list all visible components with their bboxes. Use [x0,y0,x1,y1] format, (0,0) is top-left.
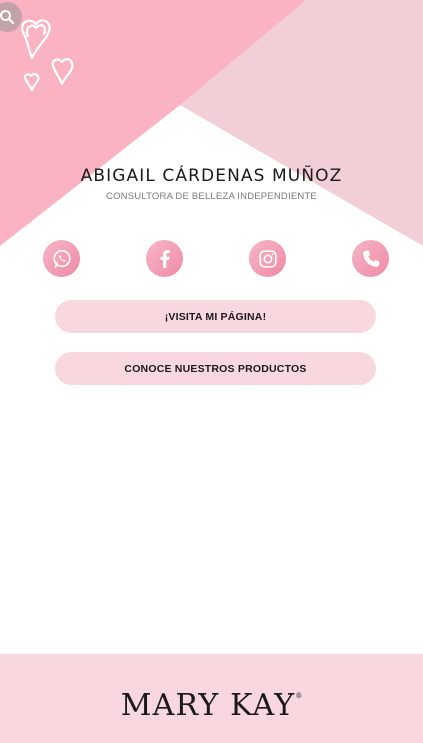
products-button[interactable]: CONOCE NUESTROS PRODUCTOS [55,352,376,385]
brand-name: MARY KAY [120,688,296,723]
phone-button[interactable] [352,240,389,277]
visit-page-label: ¡VISITA MI PÁGINA! [164,310,267,323]
whatsapp-button[interactable] [43,240,80,277]
profile-name: ABIGAIL CÁRDENAS MUÑOZ [80,166,343,186]
phone-icon [362,250,379,267]
hearts-decoration [21,19,74,92]
facebook-icon [159,249,170,268]
instagram-button[interactable] [249,240,286,277]
products-label: CONOCE NUESTROS PRODUCTOS [124,362,307,375]
profile-subtitle: CONSULTORA DE BELLEZA INDEPENDIENTE [106,191,317,202]
visit-page-button[interactable]: ¡VISITA MI PÁGINA! [55,300,376,333]
trademark-symbol: ® [295,692,303,700]
search-icon [0,10,14,24]
facebook-button[interactable] [146,240,183,277]
whatsapp-icon [52,249,71,268]
instagram-icon [258,249,277,268]
brand-logo: MARY KAY® [0,688,423,723]
